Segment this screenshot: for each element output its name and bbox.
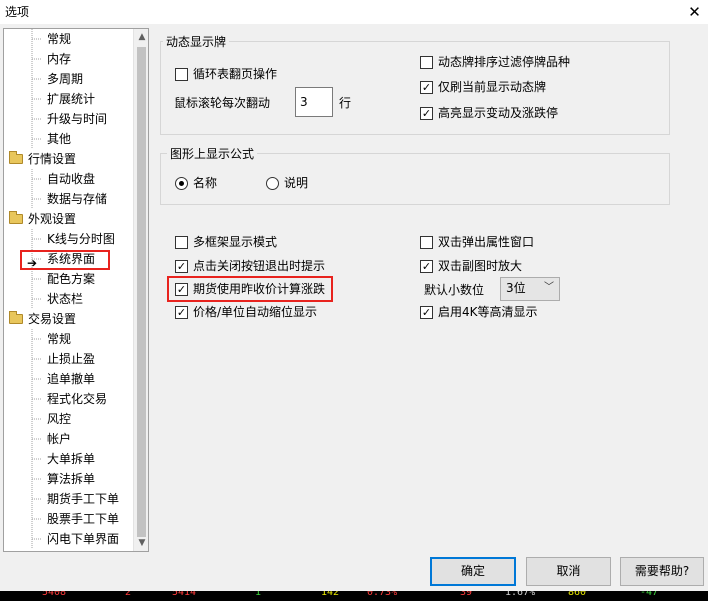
checkbox-label: 价格/单位自动缩位显示 (193, 305, 318, 319)
checkbox-box[interactable] (420, 107, 433, 120)
ticker-value: 39 (460, 591, 473, 598)
checkbox-label: 双击弹出属性窗口 (438, 235, 535, 249)
wheel-unit-label: 行 (339, 96, 352, 110)
tree-item-label: 大单拆单 (47, 452, 96, 466)
scroll-down-icon[interactable]: ▼ (134, 535, 148, 551)
folder-icon (9, 211, 23, 224)
radio-label: 名称 (193, 176, 218, 190)
ticker-value: 2 (125, 591, 132, 598)
tree-item-label: 风控 (47, 412, 72, 426)
tree-scrollbar[interactable]: ▲ ▼ (133, 29, 148, 551)
tree-item-label: 其他 (47, 132, 72, 146)
settings-tree: 常规 内存 多周期 扩展统计 升级与时间 其他 行情设置 自动收盘 数据与存储 外观设置 K线与分时… (3, 28, 149, 552)
tree-item-label: 常规 (47, 332, 72, 346)
tree-item-label: 常规 (47, 32, 72, 46)
tree-item-label: 扩展统计 (47, 92, 96, 106)
window-title: 选项 (5, 5, 30, 19)
ticker-value: 1 (255, 591, 262, 598)
scroll-thumb[interactable] (137, 47, 146, 537)
radio-label: 说明 (284, 176, 309, 190)
ticker-value: 5408 (42, 591, 67, 598)
checkbox-box[interactable] (420, 236, 433, 249)
tree-item-label: 帐户 (47, 432, 72, 446)
default-decimals-value: 3位 (506, 281, 526, 295)
tree-item-label: 多周期 (47, 72, 84, 86)
tree-item-label: 算法拆单 (47, 472, 96, 486)
default-decimals-select[interactable]: 3位 ﹀ (500, 277, 560, 301)
tree-item-label: 升级与时间 (47, 112, 108, 126)
background-quote-strip: 5408 2 5414 1 142 0.73% 39 1.67% 860 -47 (0, 591, 708, 601)
checkbox-label: 高亮显示变动及涨跌停 (438, 106, 559, 120)
tree-item-label: 内存 (47, 52, 72, 66)
title-bar: 选项 ✕ (0, 0, 708, 24)
radio-dot[interactable] (266, 177, 279, 190)
tree-item-label: 止损止盈 (47, 352, 96, 366)
ticker-value: 142 (321, 591, 340, 598)
cancel-button[interactable]: 取消 (526, 557, 611, 586)
dialog-client: 常规 内存 多周期 扩展统计 升级与时间 其他 行情设置 自动收盘 数据与存储 外观设置 K线与分时… (0, 24, 708, 591)
close-icon[interactable]: ✕ (681, 0, 708, 24)
checkbox-box[interactable] (420, 260, 433, 273)
tree-item-label: 期货手工下单 (47, 492, 120, 506)
tree-item-label: 行情设置 (28, 152, 77, 166)
tree-item-label: 配色方案 (47, 272, 96, 286)
tree-item-label: 外观设置 (28, 212, 77, 226)
ticker-value: 860 (568, 591, 587, 598)
tree-item-label: 追单撤单 (47, 372, 96, 386)
checkbox-box[interactable] (420, 56, 433, 69)
wheel-scroll-label: 鼠标滚轮每次翻动 (174, 96, 271, 110)
chevron-down-icon: ﹀ (544, 282, 554, 293)
checkbox-label: 仅刷当前显示动态牌 (438, 80, 547, 94)
checkbox-box[interactable] (420, 306, 433, 319)
radio-dot[interactable] (175, 177, 188, 190)
checkbox-box[interactable] (175, 236, 188, 249)
tree-item-label: 自动收盘 (47, 172, 96, 186)
ticker-value: 0.73% (367, 591, 398, 598)
tree-item-label: 状态栏 (47, 292, 84, 306)
folder-icon (9, 311, 23, 324)
folder-icon (9, 151, 23, 164)
checkbox-label: 启用4K等高清显示 (438, 305, 538, 319)
ok-button[interactable]: 确定 (430, 557, 516, 586)
help-button[interactable]: 需要帮助? (620, 557, 704, 586)
default-decimals-label: 默认小数位 (424, 283, 485, 297)
ticker-value: 5414 (172, 591, 197, 598)
highlight-box-futures-option (167, 276, 333, 302)
highlight-box-selected-item (20, 250, 110, 270)
ticker-value: -47 (640, 591, 659, 598)
tree-item-label: 股票手工下单 (47, 512, 120, 526)
tree-item-label: 交易设置 (28, 312, 77, 326)
checkbox-box[interactable] (175, 68, 188, 81)
tree-item-label: 程式化交易 (47, 392, 108, 406)
checkbox-box[interactable] (175, 306, 188, 319)
checkbox-box[interactable] (420, 81, 433, 94)
wheel-rows-input[interactable]: 3 (295, 87, 333, 117)
checkbox-box[interactable] (175, 260, 188, 273)
group-formula-title: 图形上显示公式 (167, 145, 258, 162)
checkbox-label: 点击关闭按钮退出时提示 (193, 259, 326, 273)
checkbox-label: 循环表翻页操作 (193, 67, 278, 81)
checkbox-label: 多框架显示模式 (193, 235, 278, 249)
group-dynamic-board-title: 动态显示牌 (163, 33, 230, 50)
group-dynamic-board (160, 41, 670, 135)
ticker-value: 1.67% (505, 591, 536, 598)
scroll-up-icon[interactable]: ▲ (134, 29, 148, 45)
checkbox-label: 动态牌排序过滤停牌品种 (438, 55, 571, 69)
tree-item-label: 闪电下单界面 (47, 532, 120, 546)
checkbox-label: 双击副图时放大 (438, 259, 523, 273)
tree-item-label: 数据与存储 (47, 192, 108, 206)
tree-item-label: K线与分时图 (47, 232, 115, 246)
